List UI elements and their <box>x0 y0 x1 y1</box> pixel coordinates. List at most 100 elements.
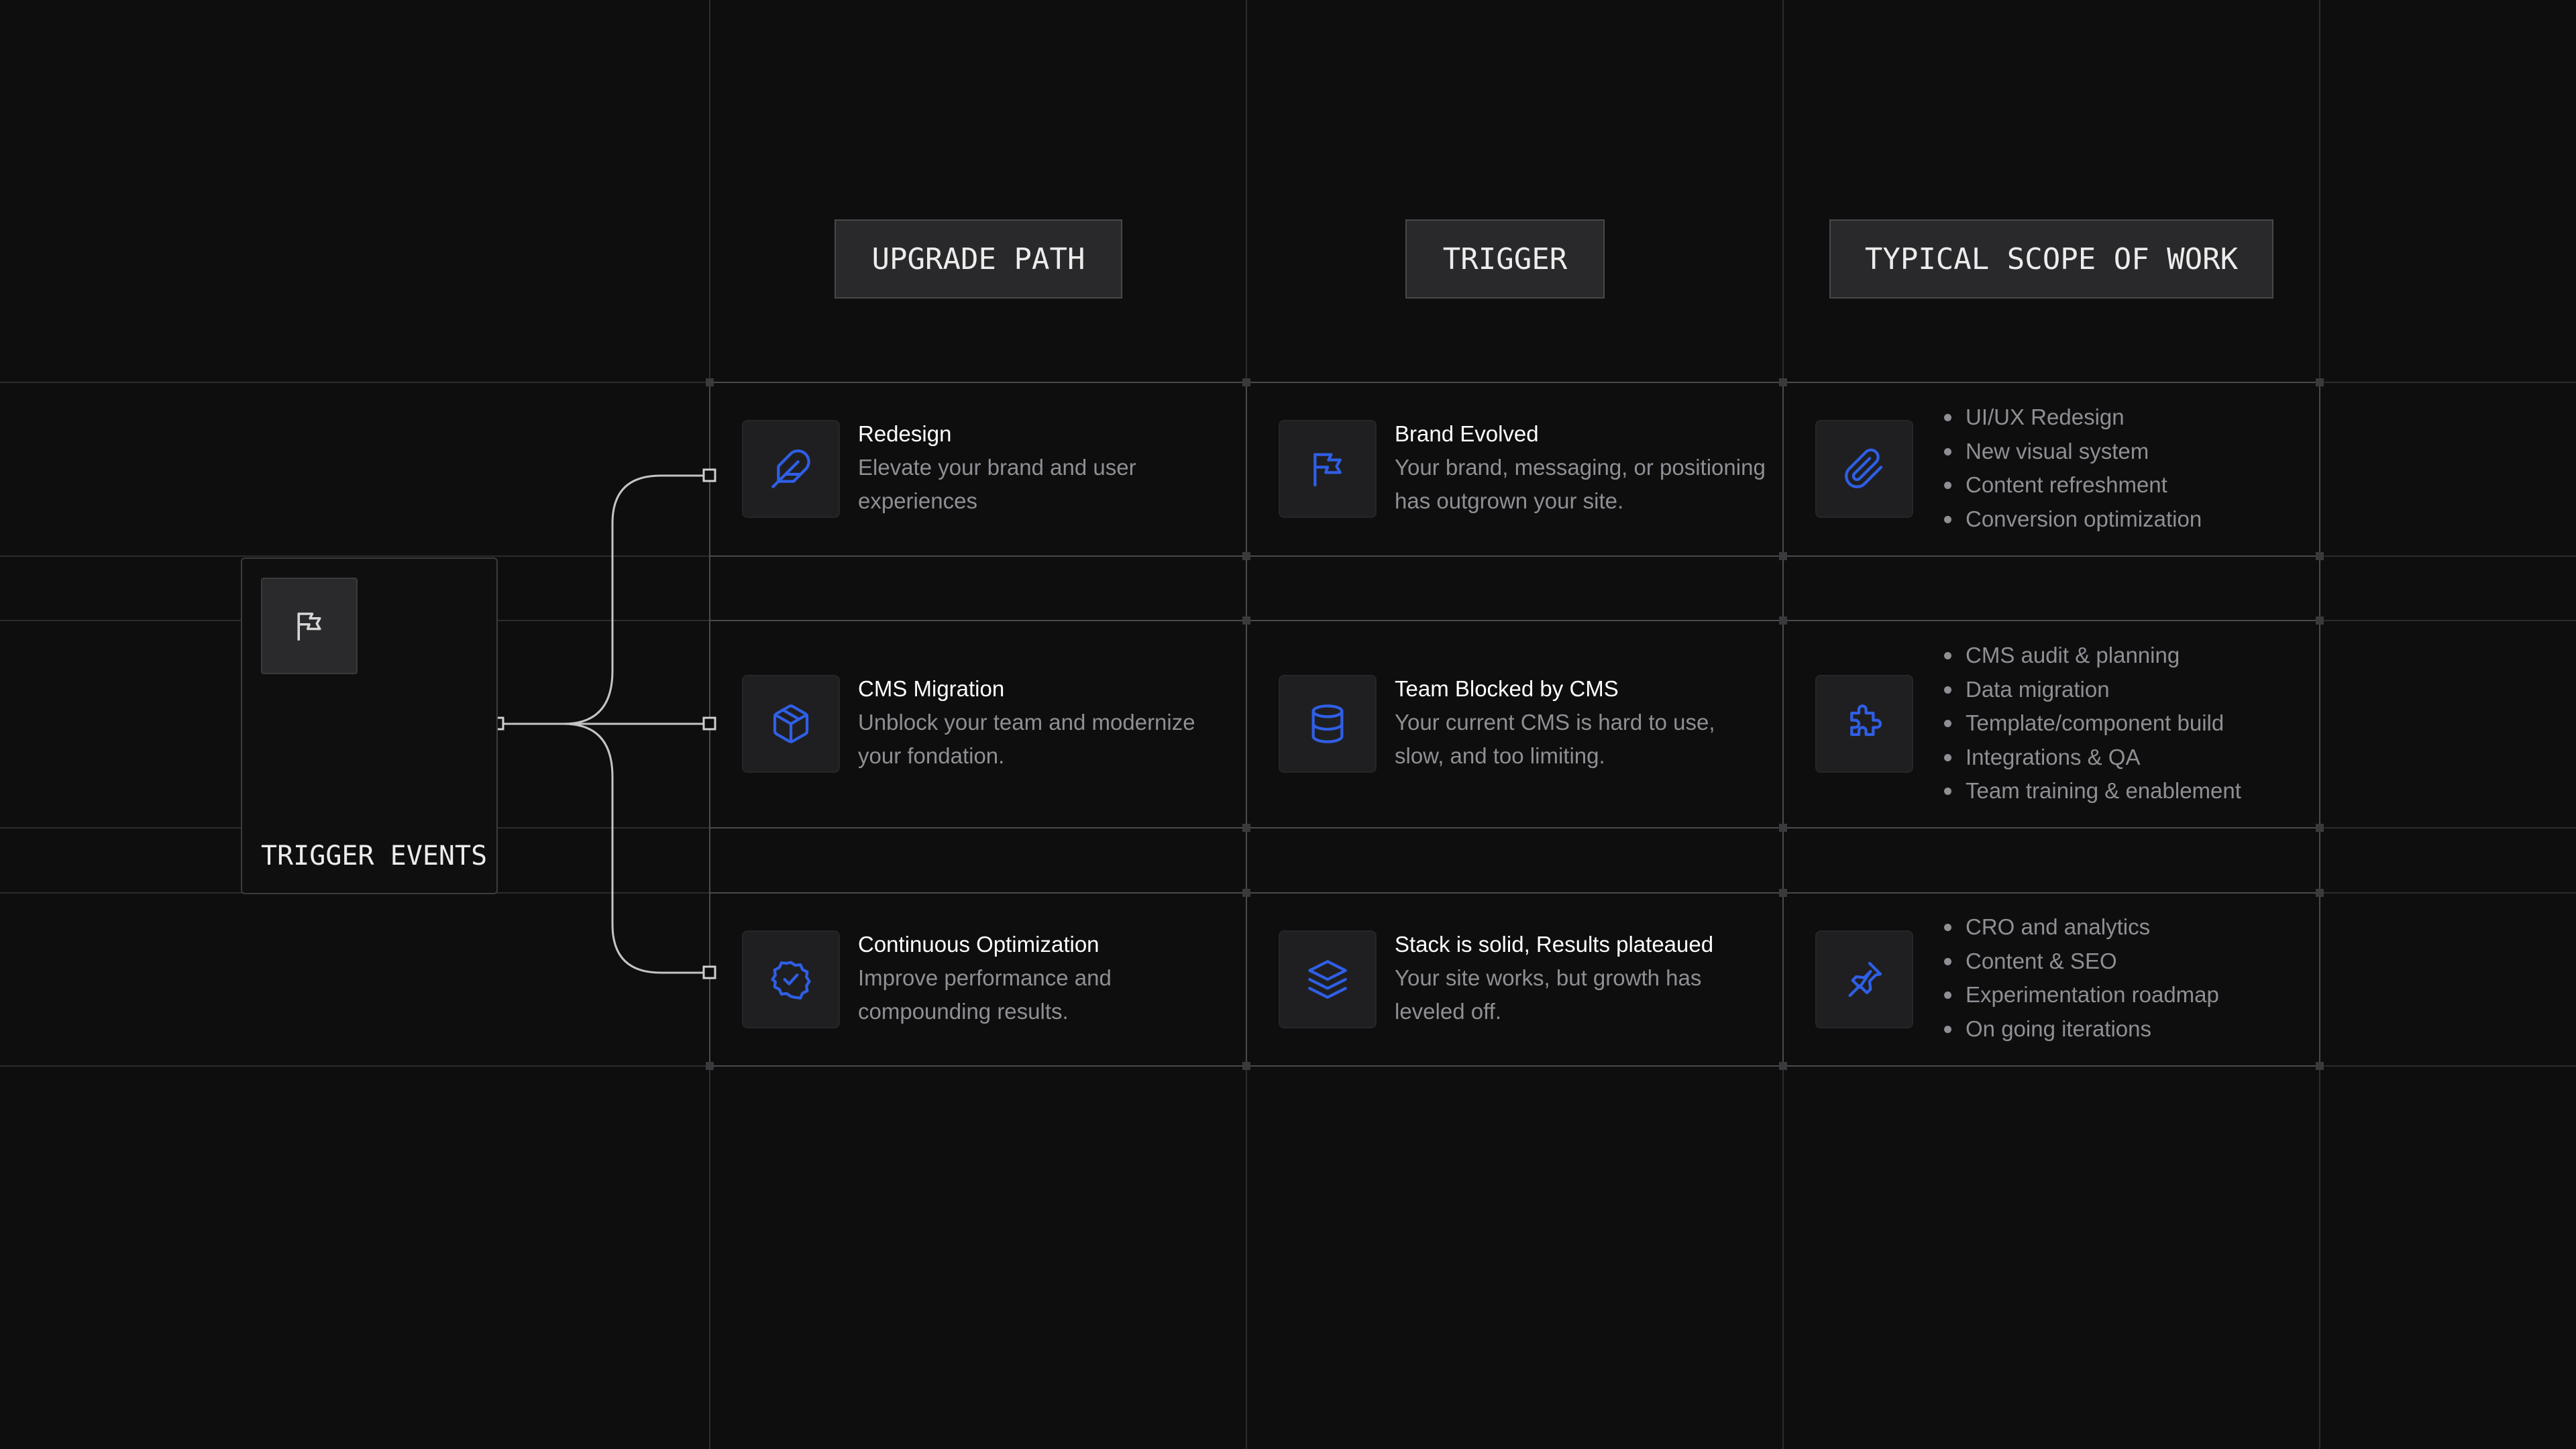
redesign-cell: Redesign Elevate your brand and user exp… <box>858 417 1207 518</box>
grid-node <box>1242 889 1250 897</box>
brand-evolved-cell: Brand Evolved Your brand, messaging, or … <box>1395 417 1770 518</box>
scope-list-redesign: UI/UX Redesign New visual system Content… <box>1943 400 2202 536</box>
trigger-events-icon-box <box>261 578 358 674</box>
grid-node <box>1779 616 1787 625</box>
grid-node <box>1242 378 1250 386</box>
grid-node <box>1779 824 1787 832</box>
paperclip-icon <box>1845 448 1883 488</box>
scope-cms-icon-box <box>1815 675 1913 773</box>
grid-node <box>2316 552 2324 560</box>
bullet-icon <box>1944 924 1951 931</box>
list-item-label: CMS audit & planning <box>1966 643 2180 667</box>
brand-evolved-icon-box <box>1279 420 1377 518</box>
list-item: New visual system <box>1943 435 2202 469</box>
list-item: UI/UX Redesign <box>1943 400 2202 435</box>
grid-node <box>2316 378 2324 386</box>
grid-node <box>1242 616 1250 625</box>
bullet-icon <box>1944 414 1951 421</box>
bullet-icon <box>1944 515 1951 523</box>
redesign-description: Elevate your brand and user experiences <box>858 455 1136 513</box>
header-upgrade-path: UPGRADE PATH <box>835 219 1122 299</box>
list-item-label: CRO and analytics <box>1966 914 2151 939</box>
continuous-optimization-icon-box <box>742 930 840 1028</box>
header-trigger: TRIGGER <box>1405 219 1605 299</box>
grid-node <box>2316 1062 2324 1070</box>
connector-port <box>702 468 716 482</box>
bullet-icon <box>1944 1025 1951 1033</box>
bullet-icon <box>1944 720 1951 727</box>
list-item-label: Data migration <box>1966 676 2110 702</box>
continuous-optimization-title: Continuous Optimization <box>858 932 1099 957</box>
bullet-icon <box>1944 482 1951 489</box>
list-item: Template/component build <box>1943 706 2241 741</box>
grid-node <box>2316 824 2324 832</box>
cms-migration-icon-box <box>742 675 840 773</box>
redesign-icon-box <box>742 420 840 518</box>
list-item: Team training & enablement <box>1943 774 2241 808</box>
list-item-label: Conversion optimization <box>1966 506 2202 531</box>
bullet-icon <box>1944 957 1951 965</box>
list-item: Content & SEO <box>1943 945 2219 979</box>
list-item: Content refreshment <box>1943 468 2202 502</box>
flag-icon <box>297 612 321 641</box>
continuous-optimization-description: Improve performance and compounding resu… <box>858 965 1112 1024</box>
header-upgrade-path-label: UPGRADE PATH <box>871 241 1085 276</box>
brand-evolved-description: Your brand, messaging, or positioning ha… <box>1395 455 1766 513</box>
bullet-icon <box>1944 991 1951 999</box>
cms-migration-title: CMS Migration <box>858 676 1005 701</box>
trigger-events-label: TRIGGER EVENTS <box>261 841 488 871</box>
bullet-icon <box>1944 788 1951 795</box>
list-item-label: Experimentation roadmap <box>1966 982 2219 1007</box>
list-item-label: Team training & enablement <box>1966 778 2241 803</box>
trigger-events-card[interactable]: TRIGGER EVENTS <box>241 557 498 894</box>
brand-evolved-title: Brand Evolved <box>1395 421 1539 446</box>
header-trigger-label: TRIGGER <box>1442 241 1568 276</box>
list-item-label: Content refreshment <box>1966 472 2167 497</box>
scope-list-optimization: CRO and analytics Content & SEO Experime… <box>1943 910 2219 1046</box>
cms-migration-description: Unblock your team and modernize your fon… <box>858 710 1195 768</box>
results-plateaued-cell: Stack is solid, Results plateaued Your s… <box>1395 928 1757 1028</box>
list-item: Experimentation roadmap <box>1943 978 2219 1012</box>
list-item: Data migration <box>1943 673 2241 707</box>
grid-node <box>2316 616 2324 625</box>
grid-node <box>1779 1062 1787 1070</box>
badge-check-icon <box>771 961 811 1000</box>
connector-port <box>702 716 716 731</box>
flag-icon <box>1313 453 1342 487</box>
team-blocked-description: Your current CMS is hard to use, slow, a… <box>1395 710 1715 768</box>
continuous-optimization-cell: Continuous Optimization Improve performa… <box>858 928 1207 1028</box>
puzzle-icon <box>1850 704 1882 737</box>
cms-migration-cell: CMS Migration Unblock your team and mode… <box>858 672 1207 773</box>
results-plateaued-title: Stack is solid, Results plateaued <box>1395 932 1714 957</box>
list-item-label: Content & SEO <box>1966 948 2117 973</box>
grid-node <box>1242 552 1250 560</box>
scope-list-cms: CMS audit & planning Data migration Temp… <box>1943 639 2241 808</box>
grid-node <box>2316 889 2324 897</box>
grid-node <box>1242 824 1250 832</box>
redesign-title: Redesign <box>858 421 952 446</box>
bullet-icon <box>1944 652 1951 659</box>
list-item-label: New visual system <box>1966 438 2149 464</box>
team-blocked-title: Team Blocked by CMS <box>1395 676 1619 701</box>
list-item: CRO and analytics <box>1943 910 2219 945</box>
results-plateaued-description: Your site works, but growth has leveled … <box>1395 965 1702 1024</box>
team-blocked-cell: Team Blocked by CMS Your current CMS is … <box>1395 672 1757 773</box>
connector-port <box>702 965 716 979</box>
header-scope-of-work: TYPICAL SCOPE OF WORK <box>1829 219 2273 299</box>
list-item-label: On going iterations <box>1966 1016 2152 1041</box>
database-icon <box>1311 704 1344 743</box>
bullet-icon <box>1944 686 1951 694</box>
list-item: On going iterations <box>1943 1012 2219 1046</box>
team-blocked-icon-box <box>1279 675 1377 773</box>
bullet-icon <box>1944 447 1951 455</box>
scope-redesign-icon-box <box>1815 420 1913 518</box>
list-item-label: Template/component build <box>1966 710 2224 735</box>
list-item-label: Integrations & QA <box>1966 744 2141 769</box>
scope-optimization-icon-box <box>1815 930 1913 1028</box>
list-item: CMS audit & planning <box>1943 639 2241 673</box>
box-icon <box>773 704 809 744</box>
connector-line-optimization <box>498 722 710 974</box>
pin-icon <box>1848 961 1882 998</box>
results-plateaued-icon-box <box>1279 930 1377 1028</box>
grid-node <box>1779 889 1787 897</box>
